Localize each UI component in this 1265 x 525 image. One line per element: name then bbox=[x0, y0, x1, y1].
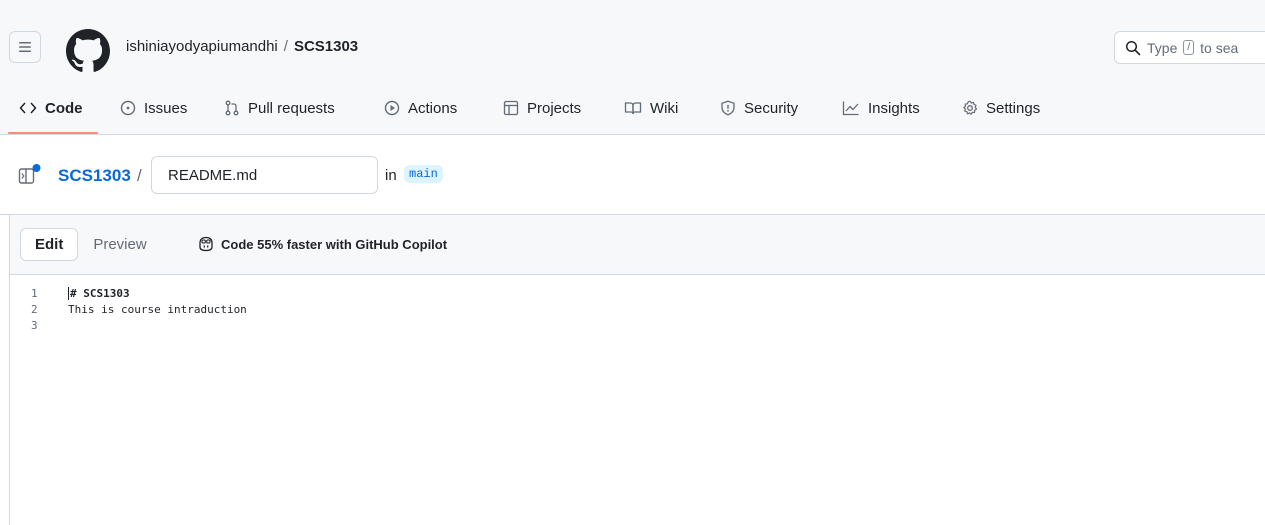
tab-label: Settings bbox=[986, 99, 1041, 117]
tab-label: Code bbox=[45, 99, 83, 117]
graph-icon bbox=[842, 101, 859, 116]
preview-tab-button[interactable]: Preview bbox=[78, 228, 161, 261]
tab-issues[interactable]: Issues bbox=[120, 96, 187, 120]
filename-input[interactable] bbox=[151, 156, 378, 194]
file-path-row: SCS1303 / in main bbox=[0, 135, 1265, 215]
search-placeholder: Type bbox=[1147, 39, 1178, 56]
line-number: 3 bbox=[31, 318, 38, 332]
tab-label: Security bbox=[744, 99, 799, 117]
tab-wiki[interactable]: Wiki bbox=[624, 96, 678, 120]
file-editor: Edit Preview Code 55% faster with GitHub… bbox=[9, 214, 1265, 525]
sidebar-expand-icon bbox=[18, 164, 41, 184]
shield-icon bbox=[721, 100, 735, 116]
branch-in-label: in bbox=[385, 167, 397, 184]
code-icon bbox=[19, 102, 37, 114]
tab-pull-requests[interactable]: Pull requests bbox=[224, 96, 335, 120]
search-icon bbox=[1125, 40, 1141, 55]
text-cursor bbox=[68, 286, 69, 300]
repo-nav-tabs: Code Issues Pull requests Actions Projec… bbox=[0, 80, 1265, 135]
tab-label: Projects bbox=[527, 99, 582, 117]
menu-button[interactable] bbox=[9, 31, 41, 63]
line-content: # SCS1303 bbox=[70, 286, 130, 300]
tab-label: Insights bbox=[868, 99, 920, 117]
copilot-promo-text: Code 55% faster with GitHub Copilot bbox=[221, 236, 448, 252]
github-logo[interactable] bbox=[66, 29, 110, 73]
tab-label: Issues bbox=[144, 99, 188, 117]
code-line: 1 # SCS1303 bbox=[10, 285, 1265, 301]
github-mark-icon bbox=[66, 29, 110, 72]
tab-code[interactable]: Code bbox=[19, 96, 83, 120]
hamburger-icon bbox=[19, 42, 31, 52]
search-input[interactable]: Type / to sea bbox=[1114, 31, 1265, 64]
code-line: 2 This is course intraduction bbox=[10, 301, 1265, 317]
line-number: 2 bbox=[31, 302, 38, 316]
breadcrumb-separator: / bbox=[137, 166, 142, 185]
book-icon bbox=[624, 102, 642, 115]
search-shortcut-key: / bbox=[1183, 40, 1195, 55]
tab-settings[interactable]: Settings bbox=[962, 96, 1040, 120]
edit-tab-button[interactable]: Edit bbox=[20, 228, 79, 261]
tab-label: Wiki bbox=[650, 99, 679, 117]
repo-path: ishiniayodyapiumandhi / SCS1303 bbox=[126, 38, 358, 55]
code-area[interactable]: 1 # SCS1303 2 This is course intraductio… bbox=[10, 285, 1265, 333]
top-header: ishiniayodyapiumandhi / SCS1303 Type / t… bbox=[0, 0, 1265, 80]
tab-projects[interactable]: Projects bbox=[503, 96, 581, 120]
active-tab-indicator bbox=[8, 132, 98, 134]
copilot-icon bbox=[199, 236, 213, 252]
breadcrumb-repo-link[interactable]: SCS1303 bbox=[58, 166, 131, 186]
line-number: 1 bbox=[31, 286, 38, 300]
repo-path-separator: / bbox=[283, 38, 288, 55]
tab-actions[interactable]: Actions bbox=[384, 96, 457, 120]
file-tree-toggle[interactable] bbox=[18, 163, 42, 185]
copilot-promo[interactable]: Code 55% faster with GitHub Copilot bbox=[197, 236, 447, 252]
play-icon bbox=[384, 100, 400, 116]
line-content: This is course intraduction bbox=[68, 302, 247, 316]
search-placeholder-suffix: to sea bbox=[1200, 39, 1239, 56]
gear-icon bbox=[963, 100, 978, 115]
editor-toolbar: Edit Preview Code 55% faster with GitHub… bbox=[10, 215, 1265, 275]
tab-security[interactable]: Security bbox=[720, 96, 798, 120]
code-line: 3 bbox=[10, 317, 1265, 333]
table-icon bbox=[503, 100, 519, 116]
repo-name-link[interactable]: SCS1303 bbox=[294, 38, 358, 55]
tab-insights[interactable]: Insights bbox=[842, 96, 920, 120]
pull-request-icon bbox=[225, 100, 239, 116]
tab-label: Actions bbox=[408, 99, 458, 117]
issue-icon bbox=[120, 100, 136, 116]
tab-label: Pull requests bbox=[248, 99, 335, 117]
branch-name-badge: main bbox=[404, 165, 443, 183]
repo-owner-link[interactable]: ishiniayodyapiumandhi bbox=[126, 38, 278, 55]
editor-mode-toggle: Edit Preview bbox=[20, 228, 162, 261]
